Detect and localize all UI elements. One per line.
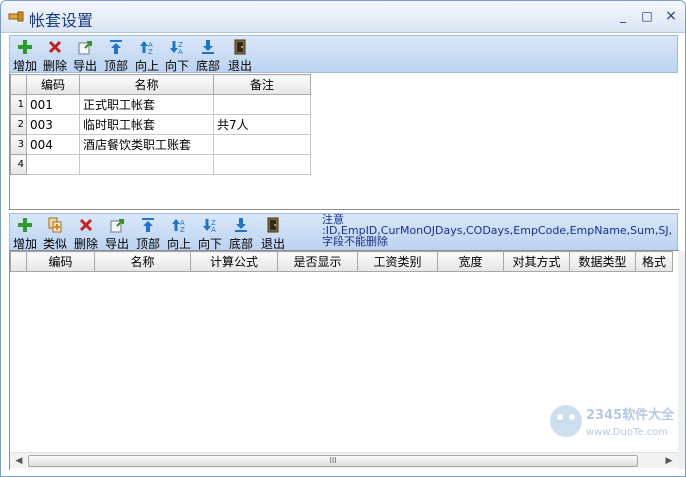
field-move-up-button[interactable]: AZ 向上 xyxy=(165,215,193,251)
app-window: 帐套设置 _ □ × 增加 删除 导出 顶部 AZ 向上 ZA 向下 底部 退出… xyxy=(0,0,686,477)
cell-note[interactable] xyxy=(213,134,311,155)
delete-icon xyxy=(48,40,62,54)
cell-code[interactable]: 001 xyxy=(26,94,80,115)
move-bottom-icon xyxy=(202,40,214,54)
move-bottom-icon xyxy=(235,218,247,232)
add-icon xyxy=(18,218,32,232)
delete-button[interactable]: 删除 xyxy=(41,37,69,73)
row-number: 2 xyxy=(10,114,27,135)
svg-text:A: A xyxy=(211,226,216,233)
row-number-header xyxy=(10,251,27,272)
cell-name[interactable]: 正式职工帐套 xyxy=(79,94,214,115)
cell-code[interactable]: 003 xyxy=(26,114,80,135)
column-header-wage-type[interactable]: 工资类别 xyxy=(357,251,438,272)
watermark-logo: 2345软件大全 www.DuoTe.com xyxy=(550,405,675,438)
column-header-data-type[interactable]: 数据类型 xyxy=(569,251,636,272)
field-exit-button[interactable]: 退出 xyxy=(258,215,288,251)
move-top-button[interactable]: 顶部 xyxy=(102,37,130,73)
row-number-header xyxy=(10,74,27,95)
cell-note[interactable] xyxy=(213,94,311,115)
column-header-width[interactable]: 宽度 xyxy=(437,251,504,272)
window-title: 帐套设置 xyxy=(29,11,94,30)
cell-code[interactable]: 004 xyxy=(26,134,80,155)
table-row[interactable]: 2 003 临时职工帐套 共7人 xyxy=(10,114,311,135)
exit-icon xyxy=(267,217,279,233)
cell-name[interactable] xyxy=(79,154,214,175)
delete-icon xyxy=(79,218,93,232)
maximize-button[interactable]: □ xyxy=(637,7,657,25)
field-move-down-button[interactable]: ZA 向下 xyxy=(196,215,224,251)
row-number: 3 xyxy=(10,134,27,155)
watermark-brand: 2345软件大全 xyxy=(586,407,675,423)
account-toolbar: 增加 删除 导出 顶部 AZ 向上 ZA 向下 底部 退出 xyxy=(9,35,678,73)
move-down-icon: ZA xyxy=(170,41,183,55)
move-top-icon xyxy=(142,218,154,232)
exit-button[interactable]: 退出 xyxy=(225,37,255,73)
add-icon xyxy=(18,40,32,54)
move-top-label: 顶部 xyxy=(103,59,128,73)
scrollbar-grip: III xyxy=(329,456,337,465)
similar-button[interactable]: 类似 xyxy=(41,215,69,251)
note-line-2: 字段不能删除 xyxy=(322,235,388,248)
column-header-visible[interactable]: 是否显示 xyxy=(277,251,358,272)
export-icon xyxy=(110,219,124,233)
field-move-bottom-button[interactable]: 底部 xyxy=(227,215,255,251)
move-up-icon: AZ xyxy=(140,41,153,55)
field-table: 编码 名称 计算公式 是否显示 工资类别 宽度 对其方式 数据类型 格式 xyxy=(10,251,673,272)
move-top-icon xyxy=(110,40,122,54)
field-note: 注意 :ID,EmpID,CurMonOJDays,CODays,EmpCode… xyxy=(322,214,672,248)
cell-note[interactable]: 共7人 xyxy=(213,114,311,135)
export-button[interactable]: 导出 xyxy=(71,37,99,73)
account-table: 编码 名称 备注 1 001 正式职工帐套 2 003 临时职工帐套 共7人 3… xyxy=(10,74,311,175)
cell-name[interactable]: 酒店餐饮类职工账套 xyxy=(79,134,214,155)
column-header-format[interactable]: 格式 xyxy=(635,251,673,272)
field-table-header: 编码 名称 计算公式 是否显示 工资类别 宽度 对其方式 数据类型 格式 xyxy=(10,251,673,272)
move-up-button[interactable]: AZ 向上 xyxy=(133,37,161,73)
add-button[interactable]: 增加 xyxy=(11,37,39,73)
close-button[interactable]: × xyxy=(661,7,681,25)
minimize-button[interactable]: _ xyxy=(613,7,633,25)
export-icon xyxy=(78,41,92,55)
table-row[interactable]: 3 004 酒店餐饮类职工账套 xyxy=(10,134,311,155)
export-label: 导出 xyxy=(72,59,97,73)
similar-icon xyxy=(48,217,62,233)
account-table-header: 编码 名称 备注 xyxy=(10,74,311,95)
cell-code[interactable] xyxy=(26,154,80,175)
delete-label: 删除 xyxy=(42,59,67,73)
svg-text:Z: Z xyxy=(148,48,153,55)
column-header-formula[interactable]: 计算公式 xyxy=(190,251,278,272)
exit-label: 退出 xyxy=(227,59,252,73)
column-header-alignment[interactable]: 对其方式 xyxy=(503,251,570,272)
cell-note[interactable] xyxy=(213,154,311,175)
field-add-button[interactable]: 增加 xyxy=(11,215,39,251)
column-header-name[interactable]: 名称 xyxy=(94,251,191,272)
column-header-name[interactable]: 名称 xyxy=(79,74,214,95)
move-bottom-label: 底部 xyxy=(195,59,220,73)
cell-name[interactable]: 临时职工帐套 xyxy=(79,114,214,135)
title-bar: 帐套设置 _ □ × xyxy=(1,1,685,33)
column-header-note[interactable]: 备注 xyxy=(213,74,311,95)
move-down-label: 向下 xyxy=(164,59,189,73)
move-down-icon: ZA xyxy=(203,219,216,233)
app-key-icon xyxy=(8,11,24,22)
move-up-icon: AZ xyxy=(172,219,185,233)
row-number: 4 xyxy=(10,154,27,175)
watermark-url: www.DuoTe.com xyxy=(586,427,668,438)
table-row[interactable]: 1 001 正式职工帐套 xyxy=(10,94,311,115)
table-row[interactable]: 4 xyxy=(10,154,311,175)
field-delete-button[interactable]: 删除 xyxy=(72,215,100,251)
move-down-button[interactable]: ZA 向下 xyxy=(163,37,191,73)
field-move-top-button[interactable]: 顶部 xyxy=(134,215,162,251)
row-number: 1 xyxy=(10,94,27,115)
svg-text:Z: Z xyxy=(180,226,185,233)
column-header-code[interactable]: 编码 xyxy=(26,74,80,95)
exit-icon xyxy=(234,39,246,55)
move-up-label: 向上 xyxy=(134,59,159,73)
scroll-left-icon[interactable]: ◀ xyxy=(12,455,26,467)
field-export-button[interactable]: 导出 xyxy=(103,215,131,251)
svg-text:A: A xyxy=(178,48,183,55)
add-label: 增加 xyxy=(12,59,37,73)
move-bottom-button[interactable]: 底部 xyxy=(194,37,222,73)
column-header-code[interactable]: 编码 xyxy=(26,251,95,272)
